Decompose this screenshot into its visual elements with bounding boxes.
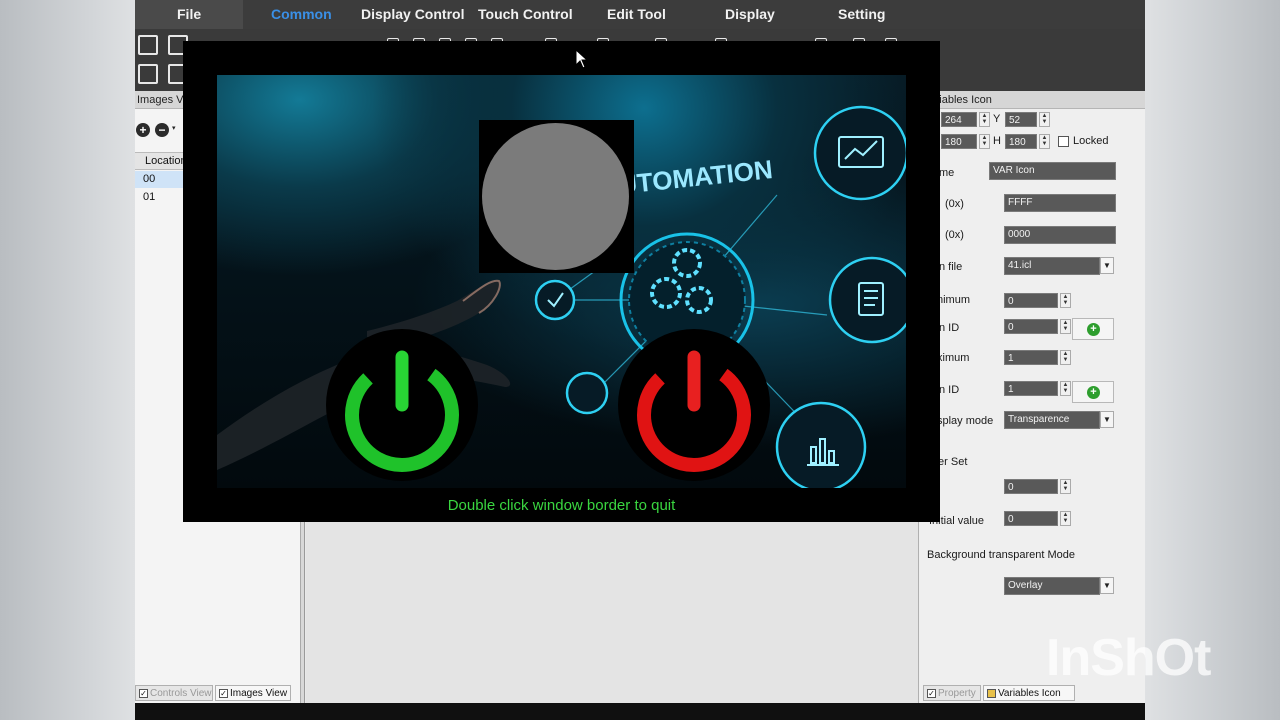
variables-icon <box>987 689 996 698</box>
menu-touch-control[interactable]: Touch Control <box>478 0 573 29</box>
chevron-down-icon[interactable]: ▼ <box>1100 257 1114 274</box>
address1-label: (0x) <box>945 198 964 210</box>
initial-value-field[interactable]: 0 <box>1004 511 1058 526</box>
tab-label: Variables Icon <box>998 688 1061 699</box>
icon-id-max-field[interactable]: 1 <box>1004 381 1058 396</box>
new-file-icon[interactable] <box>138 35 158 55</box>
tab-label: Controls View <box>150 688 212 699</box>
variables-icon-panel: Variables Icon 264 ▲ ▼ Y 52 ▲ ▼ 180 ▲ ▼ H 1… <box>918 91 1145 703</box>
blurred-right-border <box>1145 0 1280 720</box>
inshot-watermark: InShOt <box>1046 629 1211 687</box>
maximum-spinner[interactable]: ▲ ▼ <box>1060 350 1071 365</box>
quit-message: Double click window border to quit <box>447 497 676 514</box>
minimum-spinner[interactable]: ▲ ▼ <box>1060 293 1071 308</box>
menu-display[interactable]: Display <box>725 0 775 29</box>
tab-controls-view[interactable]: ✓ Controls View <box>135 685 213 701</box>
minimum-label: nimum <box>937 294 971 306</box>
var-icon-placeholder[interactable] <box>479 120 634 273</box>
left-panel-tabs: ✓ Controls View ✓ Images View <box>135 685 301 701</box>
checkbox-icon: ✓ <box>927 689 936 698</box>
tab-property[interactable]: ✓ Property <box>923 685 981 701</box>
icon-file-label: n file <box>939 261 963 273</box>
panel-title: Variables Icon <box>919 91 1145 109</box>
filter-field[interactable]: 0 <box>1004 479 1058 494</box>
preview-window[interactable]: AUTOMATION Double click window border to… <box>183 41 940 522</box>
status-bar <box>135 703 1145 720</box>
preview-search-icon[interactable] <box>138 64 158 84</box>
y-label: Y <box>993 113 1001 125</box>
icon-id-max-label: n ID <box>939 384 960 396</box>
add-icon-min-button[interactable]: + <box>1072 318 1114 340</box>
bg-mode-select[interactable]: Overlay <box>1004 577 1100 595</box>
plus-icon: + <box>1087 323 1100 336</box>
bg-mode-label: Background transparent Mode <box>927 549 1075 561</box>
power-off-button[interactable] <box>618 329 770 485</box>
menu-edit-tool[interactable]: Edit Tool <box>607 0 666 29</box>
x-spinner[interactable]: ▲ ▼ <box>979 112 990 127</box>
mouse-cursor-icon <box>575 49 589 69</box>
x-field[interactable]: 264 <box>941 112 977 127</box>
icon-file-select[interactable]: 41.icl <box>1004 257 1100 275</box>
remove-image-icon[interactable]: − <box>155 123 169 137</box>
tab-images-view[interactable]: ✓ Images View <box>215 685 291 701</box>
menu-common[interactable]: Common <box>271 0 332 29</box>
name-field[interactable]: VAR Icon <box>989 162 1116 180</box>
address1-field[interactable]: FFFF <box>1004 194 1116 212</box>
menu-display-control[interactable]: Display Control <box>361 0 464 29</box>
display-mode-select[interactable]: Transparence <box>1004 411 1100 429</box>
display-mode-label: splay mode <box>937 415 994 427</box>
w-field[interactable]: 180 <box>941 134 977 149</box>
checkbox-icon: ✓ <box>139 689 148 698</box>
h-field[interactable]: 180 <box>1005 134 1037 149</box>
menu-bar: File Common Display Control Touch Contro… <box>135 0 1145 29</box>
minimum-field[interactable]: 0 <box>1004 293 1058 308</box>
w-spinner[interactable]: ▲ ▼ <box>979 134 990 149</box>
address2-field[interactable]: 0000 <box>1004 226 1116 244</box>
checkbox-icon: ✓ <box>219 689 228 698</box>
chevron-down-icon[interactable]: ▼ <box>1100 411 1114 428</box>
automation-background-image: AUTOMATION <box>217 75 906 488</box>
tools-dropdown-icon[interactable]: ▾ <box>172 124 176 132</box>
initial-value-spinner[interactable]: ▲ ▼ <box>1060 511 1071 526</box>
locked-checkbox[interactable] <box>1058 136 1069 147</box>
menu-setting[interactable]: Setting <box>838 0 885 29</box>
add-image-icon[interactable]: + <box>136 123 150 137</box>
chevron-down-icon[interactable]: ▼ <box>1100 577 1114 594</box>
locked-label: Locked <box>1073 135 1109 147</box>
y-spinner[interactable]: ▲ ▼ <box>1039 112 1050 127</box>
add-icon-max-button[interactable]: + <box>1072 381 1114 403</box>
name-label: me <box>939 167 955 179</box>
h-label: H <box>993 135 1001 147</box>
maximum-field[interactable]: 1 <box>1004 350 1058 365</box>
icon-id-min-label: n ID <box>939 322 960 334</box>
y-field[interactable]: 52 <box>1005 112 1037 127</box>
filter-spinner[interactable]: ▲ ▼ <box>1060 479 1071 494</box>
power-on-button[interactable] <box>326 329 478 485</box>
tab-label: Property <box>938 688 976 699</box>
icon-id-max-spinner[interactable]: ▲ ▼ <box>1060 381 1071 396</box>
icon-id-min-spinner[interactable]: ▲ ▼ <box>1060 319 1071 334</box>
gray-circle <box>482 123 629 270</box>
menu-file[interactable]: File <box>135 0 244 29</box>
icon-id-min-field[interactable]: 0 <box>1004 319 1058 334</box>
h-spinner[interactable]: ▲ ▼ <box>1039 134 1050 149</box>
plus-icon: + <box>1087 386 1100 399</box>
video-frame: File Common Display Control Touch Contro… <box>0 0 1280 720</box>
tab-label: Images View <box>230 688 288 699</box>
maximum-label: ximum <box>937 352 970 364</box>
blurred-left-border <box>0 0 135 720</box>
address2-label: (0x) <box>945 229 964 241</box>
